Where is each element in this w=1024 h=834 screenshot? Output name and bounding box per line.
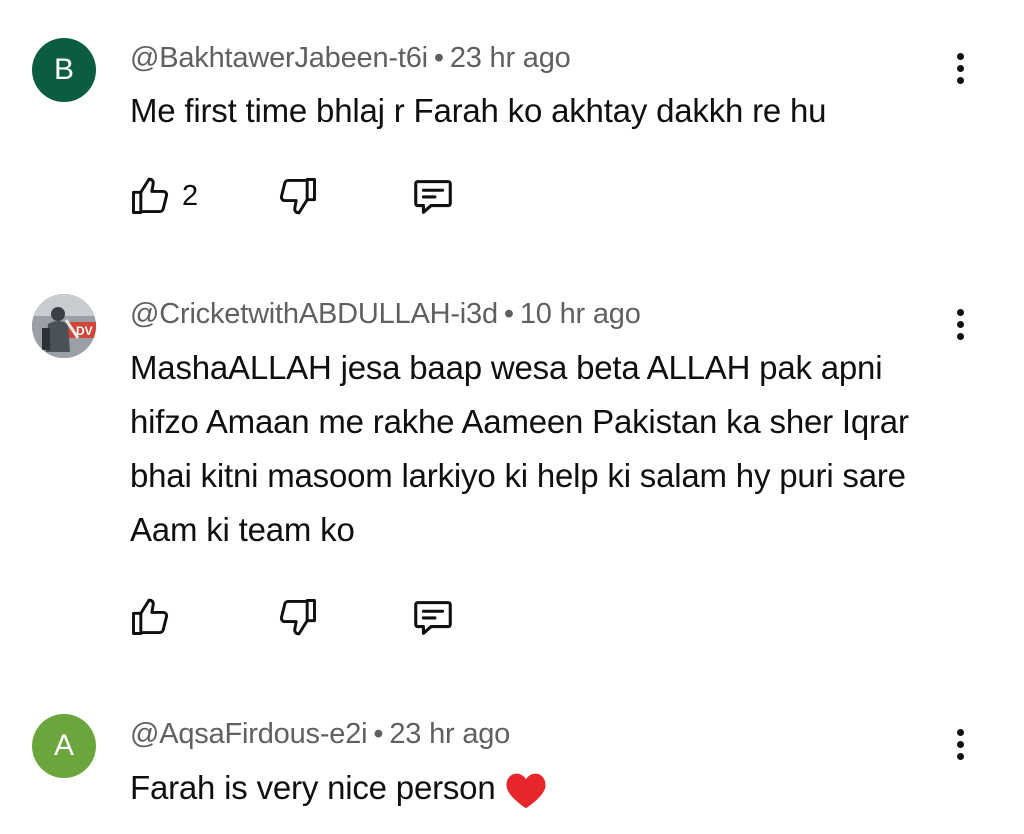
meta-separator: • (373, 718, 384, 750)
comment-text-row: Farah is very nice person (130, 761, 950, 815)
avatar[interactable]: B (32, 38, 96, 102)
author-handle[interactable]: @AqsaFirdous-e2i (130, 718, 368, 750)
like-button[interactable]: 2 (128, 172, 198, 220)
like-button[interactable] (128, 593, 172, 641)
comment-time: 10 hr ago (519, 298, 641, 330)
svg-text:DV: DV (76, 324, 93, 338)
red-heart-emoji-icon (505, 773, 546, 809)
avatar-photo-icon: DV (32, 294, 96, 358)
author-handle[interactable]: @BakhtawerJabeen-t6i (130, 42, 428, 74)
reply-button[interactable] (410, 593, 456, 641)
dislike-button[interactable] (276, 172, 320, 220)
comment-text: MashaALLAH jesa baap wesa beta ALLAH pak… (130, 349, 909, 548)
comment-time: 23 hr ago (449, 42, 571, 74)
comment-meta: @CricketwithABDULLAH-i3d • 10 hr ago (130, 298, 641, 331)
comment-icon (414, 601, 452, 635)
comment-actions (128, 593, 528, 641)
reply-button[interactable] (410, 172, 456, 220)
meta-separator: • (433, 42, 444, 74)
author-handle[interactable]: @CricketwithABDULLAH-i3d (130, 298, 498, 330)
comment-icon (414, 180, 452, 214)
more-options-icon[interactable] (944, 300, 976, 348)
comment-text: Me first time bhlaj r Farah ko akhtay da… (130, 92, 827, 129)
thumb-down-icon (279, 178, 316, 215)
comment-time: 23 hr ago (389, 718, 511, 750)
like-count: 2 (182, 179, 199, 212)
dislike-button[interactable] (276, 593, 320, 641)
more-options-icon[interactable] (944, 720, 976, 768)
comment-meta: @AqsaFirdous-e2i • 23 hr ago (130, 718, 510, 751)
meta-separator: • (503, 298, 514, 330)
avatar[interactable]: A (32, 714, 96, 778)
thumb-down-icon (279, 599, 316, 636)
thumb-up-icon (132, 598, 169, 635)
avatar[interactable]: DV (32, 294, 96, 358)
comment-meta: @BakhtawerJabeen-t6i • 23 hr ago (130, 42, 571, 75)
comment-text: Farah is very nice person (130, 769, 496, 806)
more-options-icon[interactable] (944, 44, 976, 92)
thumb-up-icon (132, 177, 169, 214)
comment-actions: 2 (128, 172, 528, 220)
